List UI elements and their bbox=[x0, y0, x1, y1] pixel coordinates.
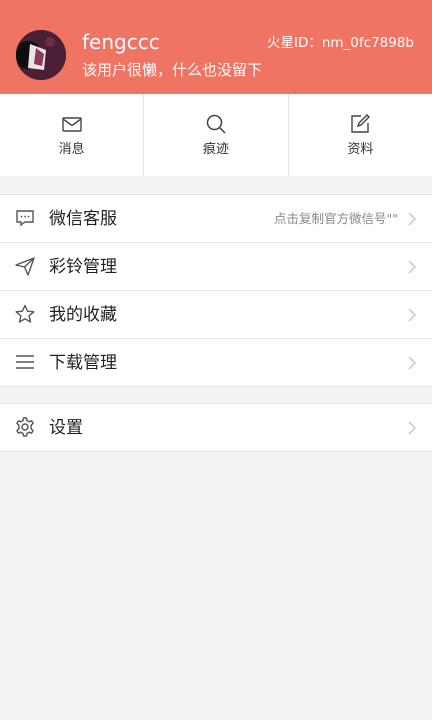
profile-info-label: 资料 bbox=[347, 142, 374, 157]
menu-item-label: 我的收藏 bbox=[49, 304, 117, 325]
profile-info-button[interactable]: 资料 bbox=[287, 94, 432, 176]
chat-icon bbox=[14, 207, 36, 229]
history-label: 痕迹 bbox=[202, 142, 229, 157]
chevron-right-icon bbox=[408, 421, 416, 435]
star-icon bbox=[14, 303, 36, 325]
menu-item-label: 下载管理 bbox=[49, 352, 117, 373]
user-id: 火星ID：nm_0fc7898b bbox=[266, 35, 414, 51]
menu-item-ringtone[interactable]: 彩铃管理 bbox=[0, 242, 432, 290]
quick-actions-bar: 消息 痕迹 资料 bbox=[0, 94, 432, 176]
menu-item-label: 微信客服 bbox=[49, 208, 117, 229]
profile-header[interactable]: fengccc 该用户很懒，什么也没留下 火星ID：nm_0fc7898b bbox=[0, 0, 432, 94]
menu-group: 微信客服 点击复制官方微信号"" 彩铃管理 我的收藏 下载管理 bbox=[0, 194, 432, 387]
chevron-right-icon bbox=[408, 260, 416, 274]
menu-item-settings[interactable]: 设置 bbox=[0, 404, 432, 451]
menu-item-label: 彩铃管理 bbox=[49, 256, 117, 277]
chevron-right-icon bbox=[408, 356, 416, 370]
mail-icon bbox=[60, 112, 84, 136]
menu-item-downloads[interactable]: 下载管理 bbox=[0, 338, 432, 386]
copy-wechat-hint: 点击复制官方微信号"" bbox=[274, 210, 398, 226]
messages-label: 消息 bbox=[58, 142, 85, 157]
history-button[interactable]: 痕迹 bbox=[143, 94, 287, 176]
search-icon bbox=[204, 112, 228, 136]
chevron-right-icon bbox=[408, 212, 416, 226]
menu-item-wechat-support[interactable]: 微信客服 点击复制官方微信号"" bbox=[0, 195, 432, 242]
chevron-right-icon bbox=[408, 308, 416, 322]
menu-item-favorites[interactable]: 我的收藏 bbox=[0, 290, 432, 338]
send-icon bbox=[14, 255, 36, 277]
settings-group: 设置 bbox=[0, 403, 432, 452]
avatar[interactable] bbox=[16, 30, 66, 80]
messages-button[interactable]: 消息 bbox=[0, 94, 143, 176]
list-icon bbox=[14, 351, 36, 373]
gear-icon bbox=[14, 416, 36, 438]
menu-item-label: 设置 bbox=[49, 417, 83, 438]
username: fengccc bbox=[82, 30, 160, 54]
user-signature: 该用户很懒，什么也没留下 bbox=[82, 61, 263, 79]
edit-icon bbox=[348, 112, 372, 136]
